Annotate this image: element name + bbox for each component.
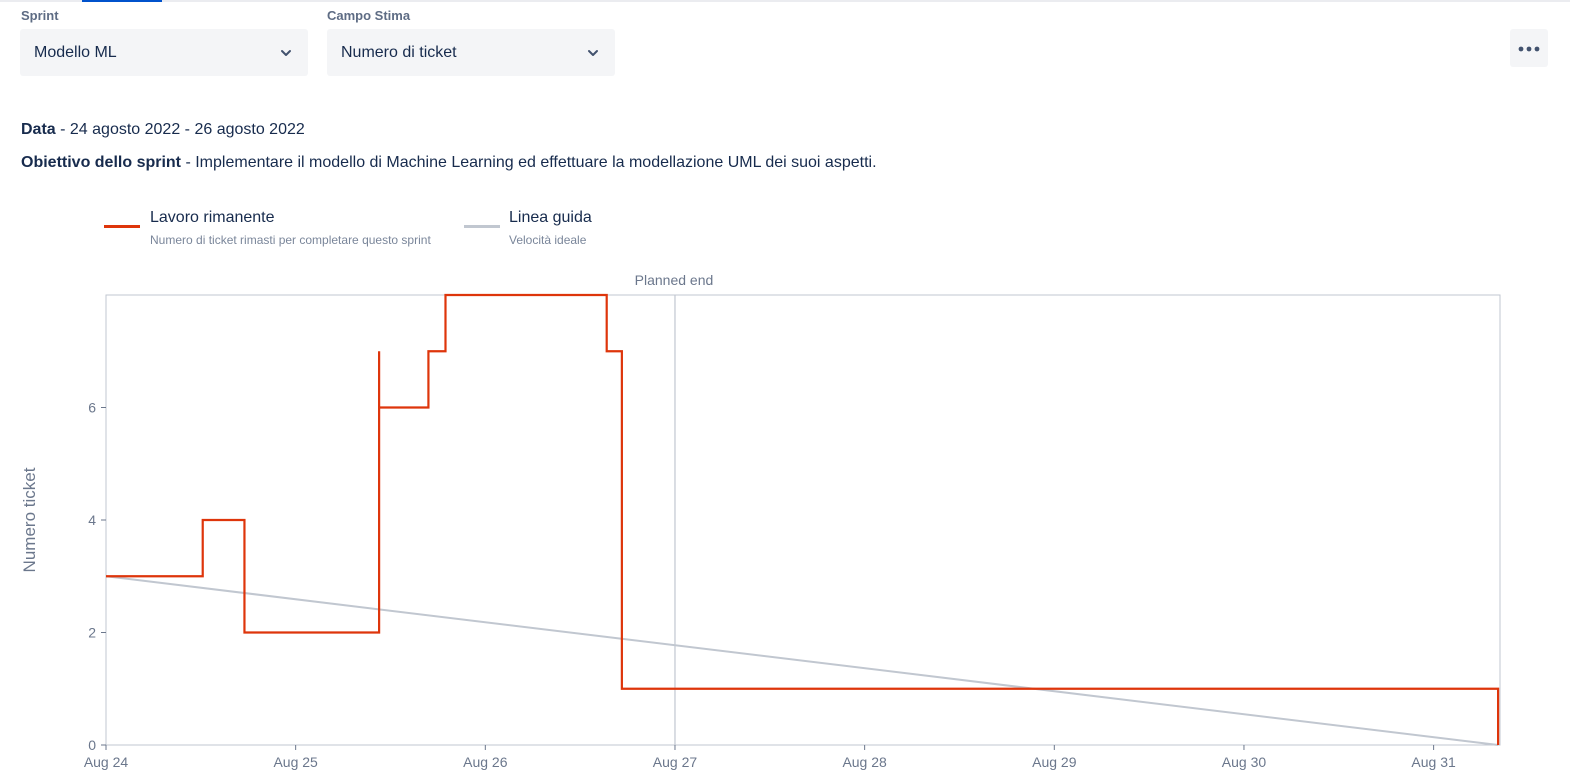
x-tick-label: Aug 26 (463, 754, 508, 770)
legend-swatch-guideline (464, 225, 500, 228)
x-tick-label: Aug 29 (1032, 754, 1077, 770)
y-tick-label: 0 (88, 737, 96, 753)
x-tick-label: Aug 30 (1222, 754, 1267, 770)
y-tick-label: 4 (88, 512, 96, 528)
estimate-label: Campo Stima (327, 8, 411, 23)
y-tick-label: 6 (88, 400, 96, 416)
estimate-select-value: Numero di ticket (341, 43, 457, 61)
planned-end-label: Planned end (635, 272, 714, 288)
date-value: - 24 agosto 2022 - 26 agosto 2022 (55, 121, 305, 138)
x-tick-label: Aug 27 (653, 754, 698, 770)
sprint-date: Data - 24 agosto 2022 - 26 agosto 2022 (21, 121, 305, 139)
goal-value: - Implementare il modello di Machine Lea… (181, 154, 877, 171)
x-tick-label: Aug 24 (84, 754, 129, 770)
sprint-label: Sprint (21, 8, 59, 23)
legend-swatch-remaining (104, 225, 140, 228)
y-axis-label: Numero ticket (20, 467, 39, 572)
more-actions-button[interactable] (1510, 29, 1548, 67)
burndown-chart: Planned end 0 2 4 6 Aug 24 Aug 25 Aug 26 Aug 27 A… (20, 272, 1501, 770)
y-tick-label: 2 (88, 625, 96, 641)
legend-title-remaining: Lavoro rimanente (150, 209, 275, 226)
estimate-select[interactable]: Numero di ticket (327, 29, 615, 76)
chevron-down-icon (585, 45, 601, 61)
x-tick-label: Aug 28 (842, 754, 887, 770)
sprint-goal: Obiettivo dello sprint - Implementare il… (21, 154, 877, 172)
x-tick-label: Aug 25 (273, 754, 318, 770)
date-label: Data (21, 121, 56, 138)
goal-label: Obiettivo dello sprint (21, 154, 182, 171)
series-line-guideline (105, 575, 1499, 746)
x-tick-label: Aug 31 (1411, 754, 1456, 770)
legend-subtitle-guideline: Velocità ideale (509, 233, 587, 247)
more-horizontal-icon (1518, 39, 1540, 57)
plot-frame (105, 294, 1501, 746)
top-divider (0, 0, 1570, 2)
chevron-down-icon (278, 45, 294, 61)
series-line-remaining-work (106, 293, 1500, 745)
sprint-select-value: Modello ML (34, 43, 117, 61)
legend-title-guideline: Linea guida (509, 209, 592, 226)
active-tab-indicator (82, 0, 162, 2)
legend-subtitle-remaining: Numero di ticket rimasti per completare … (150, 233, 431, 247)
sprint-select[interactable]: Modello ML (20, 29, 308, 76)
